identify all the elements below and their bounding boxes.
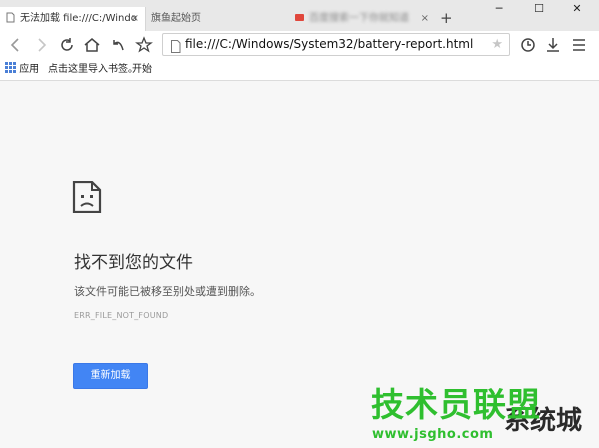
address-bar[interactable]: file:///C:/Windows/System32/battery-repo… — [162, 33, 510, 56]
back-icon[interactable] — [6, 35, 26, 55]
close-icon[interactable]: × — [131, 7, 139, 31]
apps-shortcut[interactable]: 应用 — [5, 59, 39, 80]
watermark-text: 技术员联盟 — [371, 385, 541, 424]
tab-title: 百度搜索一下你就知道 — [309, 13, 409, 24]
tab-title: 无法加载 file:///C:/Windo — [20, 13, 137, 24]
toolbar: file:///C:/Windows/System32/battery-repo… — [0, 31, 599, 59]
forward-icon[interactable] — [31, 35, 51, 55]
menu-icon[interactable] — [569, 35, 589, 55]
reload-icon[interactable] — [57, 35, 77, 55]
page-icon — [5, 9, 16, 23]
error-title: 找不到您的文件 — [74, 253, 193, 273]
watermark-url: www.jsgho.com — [372, 427, 494, 442]
tab-title: 旗鱼起始页 — [151, 13, 201, 24]
minimize-button[interactable]: ─ — [477, 0, 521, 20]
tab-error-page[interactable]: 无法加载 file:///C:/Windo × — [0, 7, 146, 31]
url-text[interactable]: file:///C:/Windows/System32/battery-repo… — [185, 34, 473, 55]
bookmark-star-icon[interactable]: ★ — [491, 34, 503, 55]
close-icon[interactable]: × — [421, 7, 429, 31]
new-tab-button[interactable]: + — [440, 8, 453, 28]
undo-icon[interactable] — [108, 35, 128, 55]
reload-button[interactable]: 重新加载 — [73, 363, 148, 389]
file-icon — [170, 38, 181, 57]
apps-grid-icon — [5, 62, 16, 73]
tab-start-page[interactable]: 旗鱼起始页 — [147, 7, 289, 31]
tab-blurred[interactable]: 百度搜索一下你就知道 × — [290, 7, 435, 31]
bookmark-start[interactable]: 开始 — [132, 59, 152, 80]
history-icon[interactable] — [518, 35, 538, 55]
star-icon[interactable] — [134, 35, 154, 55]
site-icon — [294, 9, 305, 21]
home-icon[interactable] — [82, 35, 102, 55]
error-description: 该文件可能已被移至别处或遭到删除。 — [74, 285, 261, 298]
sad-file-icon — [72, 180, 102, 217]
error-code: ERR_FILE_NOT_FOUND — [74, 311, 169, 320]
import-bookmarks-link[interactable]: 点击这里导入书签。 — [48, 59, 138, 80]
download-icon[interactable] — [543, 35, 563, 55]
watermark: 系统城 技术员联盟 www.jsgho.com — [368, 378, 599, 448]
tab-strip: 无法加载 file:///C:/Windo × 旗鱼起始页 百度搜索一下你就知道… — [0, 0, 599, 32]
close-window-button[interactable]: ✕ — [555, 0, 599, 20]
apps-label: 应用 — [19, 64, 40, 75]
bookmarks-bar: 应用 点击这里导入书签。 开始 — [0, 59, 599, 81]
